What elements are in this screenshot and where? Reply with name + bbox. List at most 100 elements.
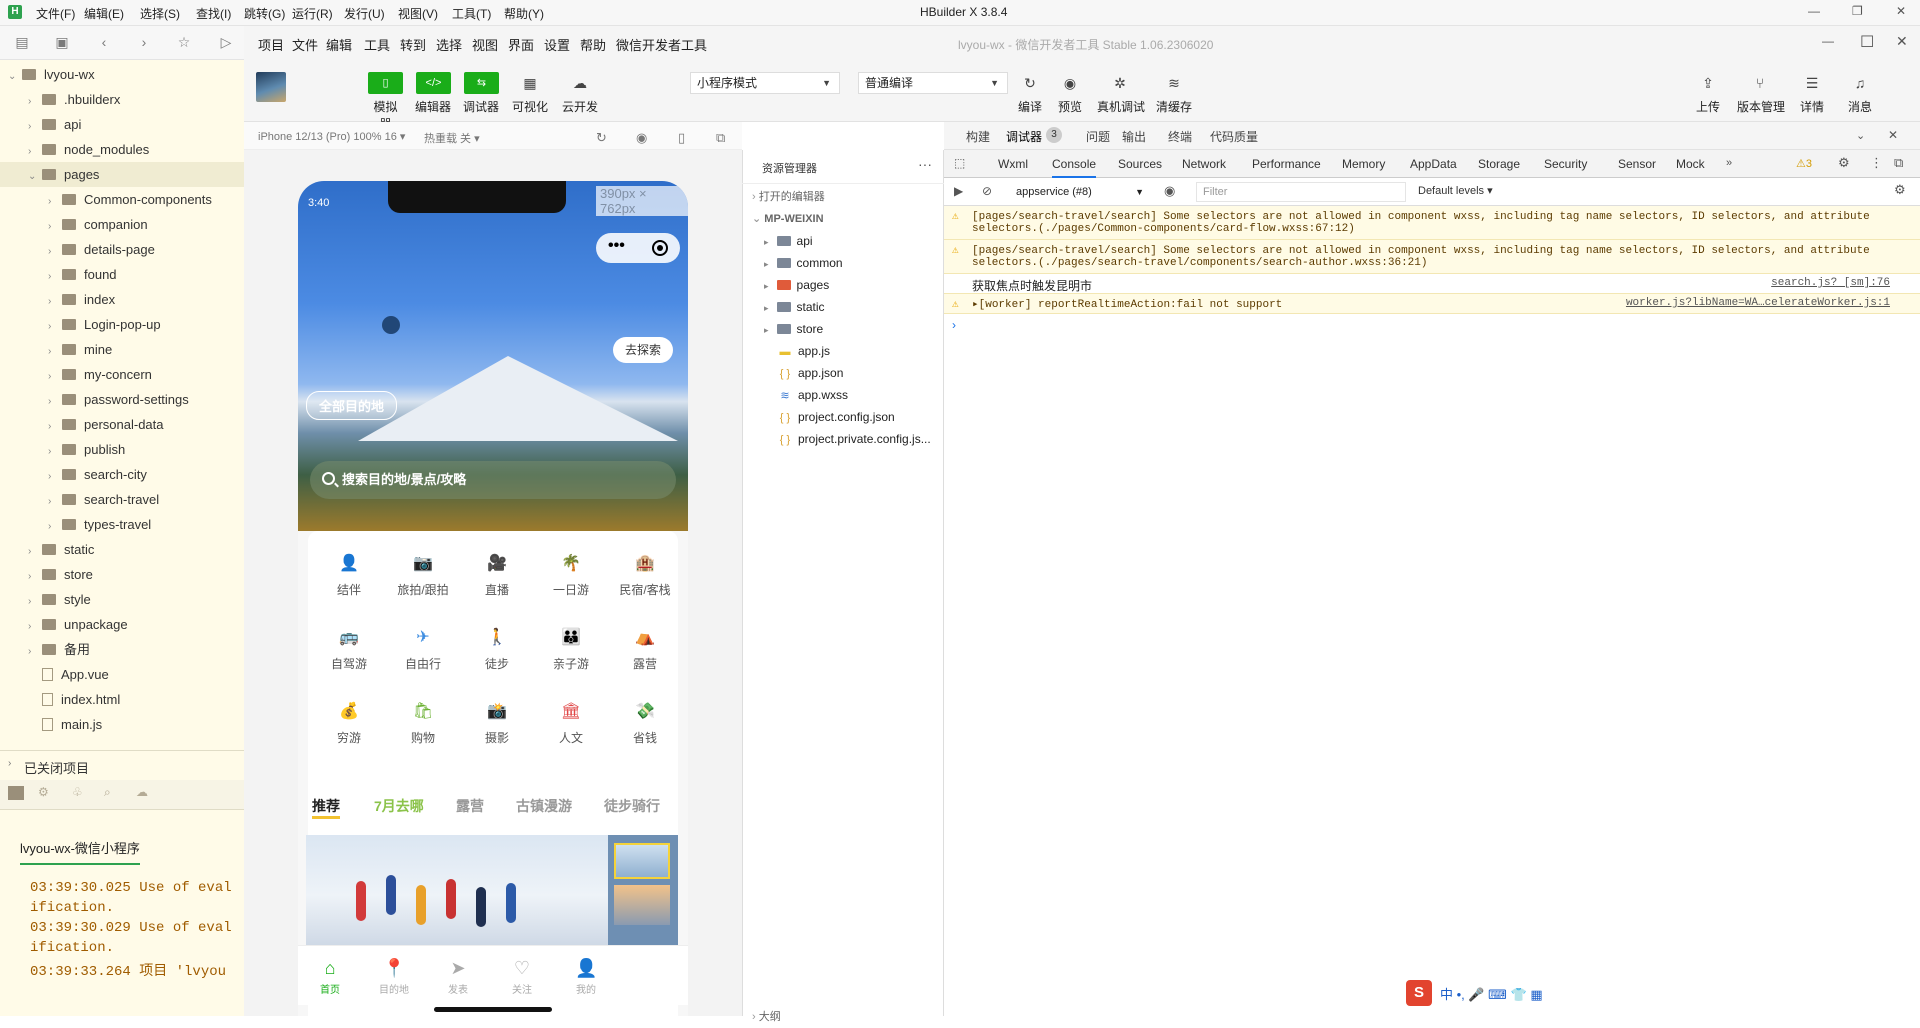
category-item[interactable]: 👤 结伴 bbox=[312, 551, 386, 598]
devtools-tab[interactable]: Console bbox=[1052, 157, 1097, 178]
preview-icon[interactable]: ◉ bbox=[1056, 72, 1084, 94]
category-item[interactable]: 📷 旅拍/跟拍 bbox=[386, 551, 460, 598]
dt-minimize-icon[interactable]: — bbox=[1822, 34, 1834, 48]
menu-item[interactable]: 运行(R) bbox=[292, 5, 333, 22]
compile-mode-select[interactable]: 普通编译 ▼ bbox=[858, 72, 1008, 94]
devtools-tab[interactable]: Mock bbox=[1676, 157, 1705, 171]
category-item[interactable]: 🚶 徒步 bbox=[460, 625, 534, 672]
popout-icon[interactable]: ⧉ bbox=[716, 130, 725, 146]
devtools-tab[interactable]: Wxml bbox=[998, 157, 1028, 171]
category-item[interactable]: 💸 省钱 bbox=[608, 699, 682, 746]
folder-item[interactable]: › index bbox=[0, 287, 244, 312]
context-select[interactable]: appservice (#8) ▼ bbox=[1010, 182, 1148, 202]
category-item[interactable]: ⛺ 露营 bbox=[608, 625, 682, 672]
mode-select[interactable]: 小程序模式 ▼ bbox=[690, 72, 840, 94]
editor-toggle[interactable]: </> bbox=[416, 72, 451, 94]
category-item[interactable]: 🏨 民宿/客栈 bbox=[608, 551, 682, 598]
folder-item[interactable]: › companion bbox=[0, 212, 244, 237]
folder-item[interactable]: › Common-components bbox=[0, 187, 244, 212]
thumbnail-selected[interactable] bbox=[614, 843, 670, 879]
tabbar-item[interactable]: ♡ 关注 bbox=[492, 957, 552, 996]
folder-item[interactable]: › 备用 bbox=[0, 637, 244, 662]
closed-projects[interactable]: › 已关闭项目 bbox=[0, 750, 244, 780]
visual-icon[interactable]: ▦ bbox=[516, 72, 544, 94]
folder-item[interactable]: › node_modules bbox=[0, 137, 244, 162]
folder-item[interactable]: › details-page bbox=[0, 237, 244, 262]
cloud-icon[interactable]: ☁ bbox=[136, 785, 148, 799]
dt-menu-item[interactable]: 工具 bbox=[364, 35, 390, 54]
folder-item[interactable]: › api bbox=[0, 112, 244, 137]
folder-item[interactable]: › types-travel bbox=[0, 512, 244, 537]
category-item[interactable]: 🏛 人文 bbox=[534, 699, 608, 746]
open-editors-section[interactable]: › 打开的编辑器 bbox=[752, 186, 825, 208]
forward-icon[interactable]: › bbox=[136, 34, 152, 50]
devtools-tab[interactable]: Security bbox=[1544, 157, 1587, 171]
back-icon[interactable]: ‹ bbox=[96, 34, 112, 50]
restore-icon[interactable]: ❐ bbox=[1852, 4, 1863, 18]
more-icon[interactable]: ••• bbox=[608, 237, 625, 255]
content-tab[interactable]: 推荐 bbox=[312, 796, 340, 819]
more-tabs-icon[interactable]: » bbox=[1726, 157, 1732, 169]
tabbar-item[interactable]: ➤ 发表 bbox=[428, 957, 488, 996]
debugger-tab[interactable]: 构建 bbox=[966, 128, 990, 145]
tree-icon[interactable]: ♧ bbox=[72, 785, 83, 799]
collapse-icon[interactable]: ⌄ bbox=[1856, 129, 1865, 142]
tabbar-item[interactable]: 👤 我的 bbox=[556, 957, 616, 996]
category-item[interactable]: 🎥 直播 bbox=[460, 551, 534, 598]
run-icon[interactable]: ▷ bbox=[218, 34, 234, 50]
file-item[interactable]: main.js bbox=[0, 712, 244, 737]
new-file-icon[interactable]: ▤ bbox=[14, 34, 30, 50]
dt-menu-item[interactable]: 帮助 bbox=[580, 35, 606, 54]
kebab-icon[interactable]: ⋮ bbox=[1870, 155, 1883, 171]
console-prompt[interactable]: › bbox=[952, 318, 956, 332]
all-destinations-button[interactable]: 全部目的地 bbox=[306, 391, 398, 420]
console-text-2[interactable]: selectors.(./pages/Common-components/car… bbox=[944, 223, 1920, 235]
console-settings-icon[interactable]: ⚙ bbox=[1894, 182, 1906, 198]
more-icon[interactable]: ··· bbox=[918, 156, 932, 172]
eye-icon[interactable]: ◉ bbox=[1164, 183, 1175, 199]
thumbnail[interactable] bbox=[614, 885, 670, 925]
dt-menu-item[interactable]: 设置 bbox=[544, 35, 570, 54]
explorer-item[interactable]: ▸ api bbox=[764, 230, 813, 252]
dt-menu-item[interactable]: 选择 bbox=[436, 35, 462, 54]
inspect-icon[interactable]: ⬚ bbox=[954, 156, 965, 170]
star-icon[interactable]: ☆ bbox=[176, 34, 192, 50]
levels-select[interactable]: Default levels ▾ bbox=[1418, 184, 1493, 197]
devtools-tab[interactable]: Network bbox=[1182, 157, 1226, 171]
explorer-item[interactable]: { } app.json bbox=[764, 362, 844, 384]
search-input[interactable]: 搜索目的地/景点/攻略 bbox=[310, 461, 676, 499]
explorer-item[interactable]: ▸ store bbox=[764, 318, 823, 340]
clear-cache-icon[interactable]: ≋ bbox=[1160, 72, 1188, 94]
debugger-toggle[interactable]: ⇆ bbox=[464, 72, 499, 94]
dt-menu-item[interactable]: 项目 bbox=[258, 35, 284, 54]
folder-item[interactable]: › store bbox=[0, 562, 244, 587]
tabbar-item[interactable]: ⌂ 首页 bbox=[300, 957, 360, 996]
category-item[interactable]: 🚌 自驾游 bbox=[312, 625, 386, 672]
console-text-2[interactable]: selectors.(./pages/search-travel/compone… bbox=[944, 257, 1920, 269]
refresh-icon[interactable]: ↻ bbox=[596, 130, 607, 146]
explorer-item[interactable]: { } project.private.config.js... bbox=[764, 428, 931, 450]
menu-item[interactable]: 发行(U) bbox=[344, 5, 385, 22]
dt-menu-item[interactable]: 转到 bbox=[400, 35, 426, 54]
content-tab[interactable]: 露营 bbox=[456, 796, 484, 816]
dt-menu-item[interactable]: 文件 bbox=[292, 35, 318, 54]
category-item[interactable]: 🛍 购物 bbox=[386, 699, 460, 746]
version-icon[interactable]: ⑂ bbox=[1746, 72, 1774, 94]
content-tab[interactable]: 古镇漫游 bbox=[516, 796, 572, 816]
menu-item[interactable]: 选择(S) bbox=[140, 5, 180, 22]
minimize-icon[interactable]: — bbox=[1808, 4, 1820, 18]
phone-icon[interactable]: ▯ bbox=[678, 130, 685, 146]
filter-input[interactable]: Filter bbox=[1196, 182, 1406, 202]
menu-item[interactable]: 编辑(E) bbox=[84, 5, 124, 22]
folder-item[interactable]: ⌄ pages bbox=[0, 162, 244, 187]
dt-close-icon[interactable]: ✕ bbox=[1896, 33, 1908, 50]
folder-item[interactable]: › found bbox=[0, 262, 244, 287]
folder-item[interactable]: › password-settings bbox=[0, 387, 244, 412]
explorer-item[interactable]: ▸ common bbox=[764, 252, 843, 274]
folder-item[interactable]: › style bbox=[0, 587, 244, 612]
debugger-tab[interactable]: 问题 bbox=[1086, 128, 1110, 145]
outline-section[interactable]: › 大纲 bbox=[752, 1006, 781, 1028]
content-tab[interactable]: 7月去哪 bbox=[374, 796, 424, 816]
real-debug-icon[interactable]: ✲ bbox=[1106, 72, 1134, 94]
dock-icon[interactable]: ⧉ bbox=[1894, 155, 1903, 171]
